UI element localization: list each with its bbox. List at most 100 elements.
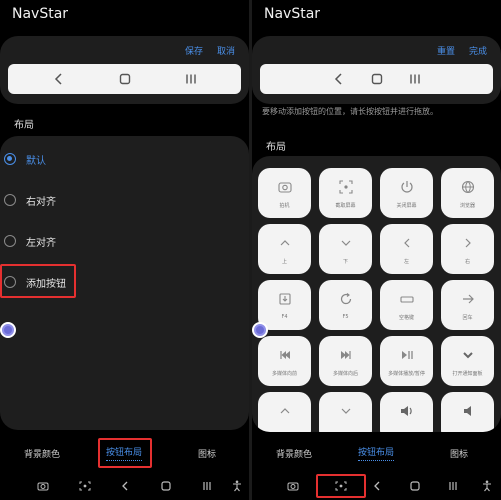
grid-button-tile[interactable]: 拍机	[258, 168, 311, 218]
left-screen: NavStar 保存 取消 布局 默认 右对齐 左对齐 添加按钮 背景颜色 按钮…	[0, 0, 249, 500]
tile-label: 多媒体播放/暂停	[388, 371, 425, 377]
tile-label: 关闭屏幕	[396, 203, 417, 209]
button-highlight-box	[316, 474, 366, 498]
cancel-button[interactable]: 取消	[217, 44, 235, 57]
grid-button-tile[interactable]: 上	[258, 224, 311, 274]
tile-label: 回车	[462, 315, 473, 321]
option-left-align[interactable]: 左对齐	[0, 223, 249, 259]
tab-icon[interactable]: 图标	[432, 438, 486, 468]
refresh-icon	[338, 290, 354, 308]
radio-left-align[interactable]	[4, 235, 16, 247]
chevron-left-icon	[399, 234, 415, 252]
grid-button-tile[interactable]: 多媒体播放/暂停	[380, 336, 433, 386]
home-icon[interactable]	[151, 474, 181, 498]
accessibility-icon[interactable]	[472, 474, 501, 498]
chevron-up-icon	[277, 234, 293, 252]
back-icon[interactable]	[362, 474, 392, 498]
save-button[interactable]: 保存	[185, 44, 203, 57]
done-button[interactable]: 完成	[469, 44, 487, 57]
recents-icon	[176, 64, 206, 94]
bottom-tabs: 背景颜色 按钮布局 图标	[252, 438, 501, 468]
accessibility-icon[interactable]	[222, 474, 249, 498]
drag-hint-text: 要移动添加按钮的位置，请长按按钮并进行拖放。	[262, 107, 438, 116]
chevron-up-icon	[277, 402, 293, 420]
layout-section-label: 布局	[14, 120, 34, 131]
navbar-preview	[260, 64, 493, 94]
grid-button-tile[interactable]: 关闭屏幕	[380, 168, 433, 218]
tab-background-color[interactable]: 背景颜色	[10, 438, 74, 468]
option-label: 左对齐	[26, 237, 56, 249]
system-navbar	[252, 474, 501, 498]
home-icon[interactable]	[400, 474, 430, 498]
highlight-box	[0, 264, 76, 298]
option-default[interactable]: 默认	[0, 141, 249, 177]
button-grid-card: 拍机 截取屏幕 关闭屏幕 浏览器上 下 左 右 F4 F5 空格键 回车多媒体向前 多媒体向后 多媒体播…	[252, 156, 501, 432]
camera-icon[interactable]	[278, 474, 308, 498]
tile-label: 拍机	[279, 203, 290, 209]
grid-button-tile[interactable]	[380, 392, 433, 432]
grid-button-tile[interactable]: F5	[319, 280, 372, 330]
option-right-align[interactable]: 右对齐	[0, 182, 249, 218]
grid-button-tile[interactable]	[441, 392, 494, 432]
grid-button-tile[interactable]: 回车	[441, 280, 494, 330]
back-icon	[324, 64, 354, 94]
grid-button-tile[interactable]: 打开通知面板	[441, 336, 494, 386]
grid-button-tile[interactable]	[258, 392, 311, 432]
grid-button-tile[interactable]: 浏览器	[441, 168, 494, 218]
preview-card: 保存 取消	[0, 36, 249, 104]
recents-icon[interactable]	[438, 474, 468, 498]
tile-label: 下	[342, 259, 348, 265]
right-screen: NavStar 重置 完成 要移动添加按钮的位置，请长按按钮并进行拖放。 布局 …	[252, 0, 501, 500]
grid-button-tile[interactable]: 空格键	[380, 280, 433, 330]
action-row: 保存 取消	[185, 44, 235, 57]
tile-label: 左	[403, 259, 409, 265]
tile-label: 浏览器	[459, 203, 475, 209]
chevron-down-thick-icon	[460, 346, 476, 364]
download-box-icon	[277, 290, 293, 308]
tile-label: 截取屏幕	[335, 203, 356, 209]
play-pause-icon	[399, 346, 415, 364]
camera-icon[interactable]	[28, 474, 58, 498]
tab-button-layout[interactable]: 按钮布局	[346, 438, 406, 468]
option-label: 右对齐	[26, 196, 56, 208]
floating-handle-icon[interactable]	[0, 322, 16, 338]
skip-back-icon	[277, 346, 293, 364]
tab-icon[interactable]: 图标	[180, 438, 234, 468]
bottom-tabs: 背景颜色 按钮布局 图标	[0, 438, 249, 468]
back-icon[interactable]	[110, 474, 140, 498]
grid-button-tile[interactable]: 左	[380, 224, 433, 274]
grid-button-tile[interactable]: 截取屏幕	[319, 168, 372, 218]
recents-icon[interactable]	[192, 474, 222, 498]
floating-handle-icon[interactable]	[252, 322, 268, 338]
home-icon	[110, 64, 140, 94]
tile-label: 右	[464, 259, 470, 265]
grid-button-tile[interactable]: 下	[319, 224, 372, 274]
home-icon	[362, 64, 392, 94]
tab-background-color[interactable]: 背景颜色	[262, 438, 326, 468]
reset-button[interactable]: 重置	[437, 44, 455, 57]
grid-button-tile[interactable]: 多媒体向后	[319, 336, 372, 386]
action-row: 重置 完成	[437, 44, 487, 57]
camera-icon	[277, 178, 293, 196]
power-icon	[399, 178, 415, 196]
recents-icon	[400, 64, 430, 94]
radio-default[interactable]	[4, 153, 16, 165]
tile-label: F4	[281, 314, 288, 320]
chevron-down-icon	[338, 402, 354, 420]
tab-highlight-box	[98, 438, 152, 468]
grid-button-tile[interactable]: 多媒体向前	[258, 336, 311, 386]
tile-label: 空格键	[398, 315, 414, 321]
grid-button-tile[interactable]: F4	[258, 280, 311, 330]
option-label: 默认	[26, 155, 46, 167]
screenshot-icon	[338, 178, 354, 196]
app-title: NavStar	[12, 6, 69, 22]
space-key-icon	[399, 290, 415, 308]
radio-right-align[interactable]	[4, 194, 16, 206]
tile-label: 打开通知面板	[452, 371, 483, 377]
grid-button-tile[interactable]: 右	[441, 224, 494, 274]
grid-button-tile[interactable]	[319, 392, 372, 432]
arrow-right-icon	[460, 290, 476, 308]
screenshot-icon[interactable]	[70, 474, 100, 498]
skip-forward-icon	[338, 346, 354, 364]
tile-label: 多媒体向前	[271, 371, 297, 377]
